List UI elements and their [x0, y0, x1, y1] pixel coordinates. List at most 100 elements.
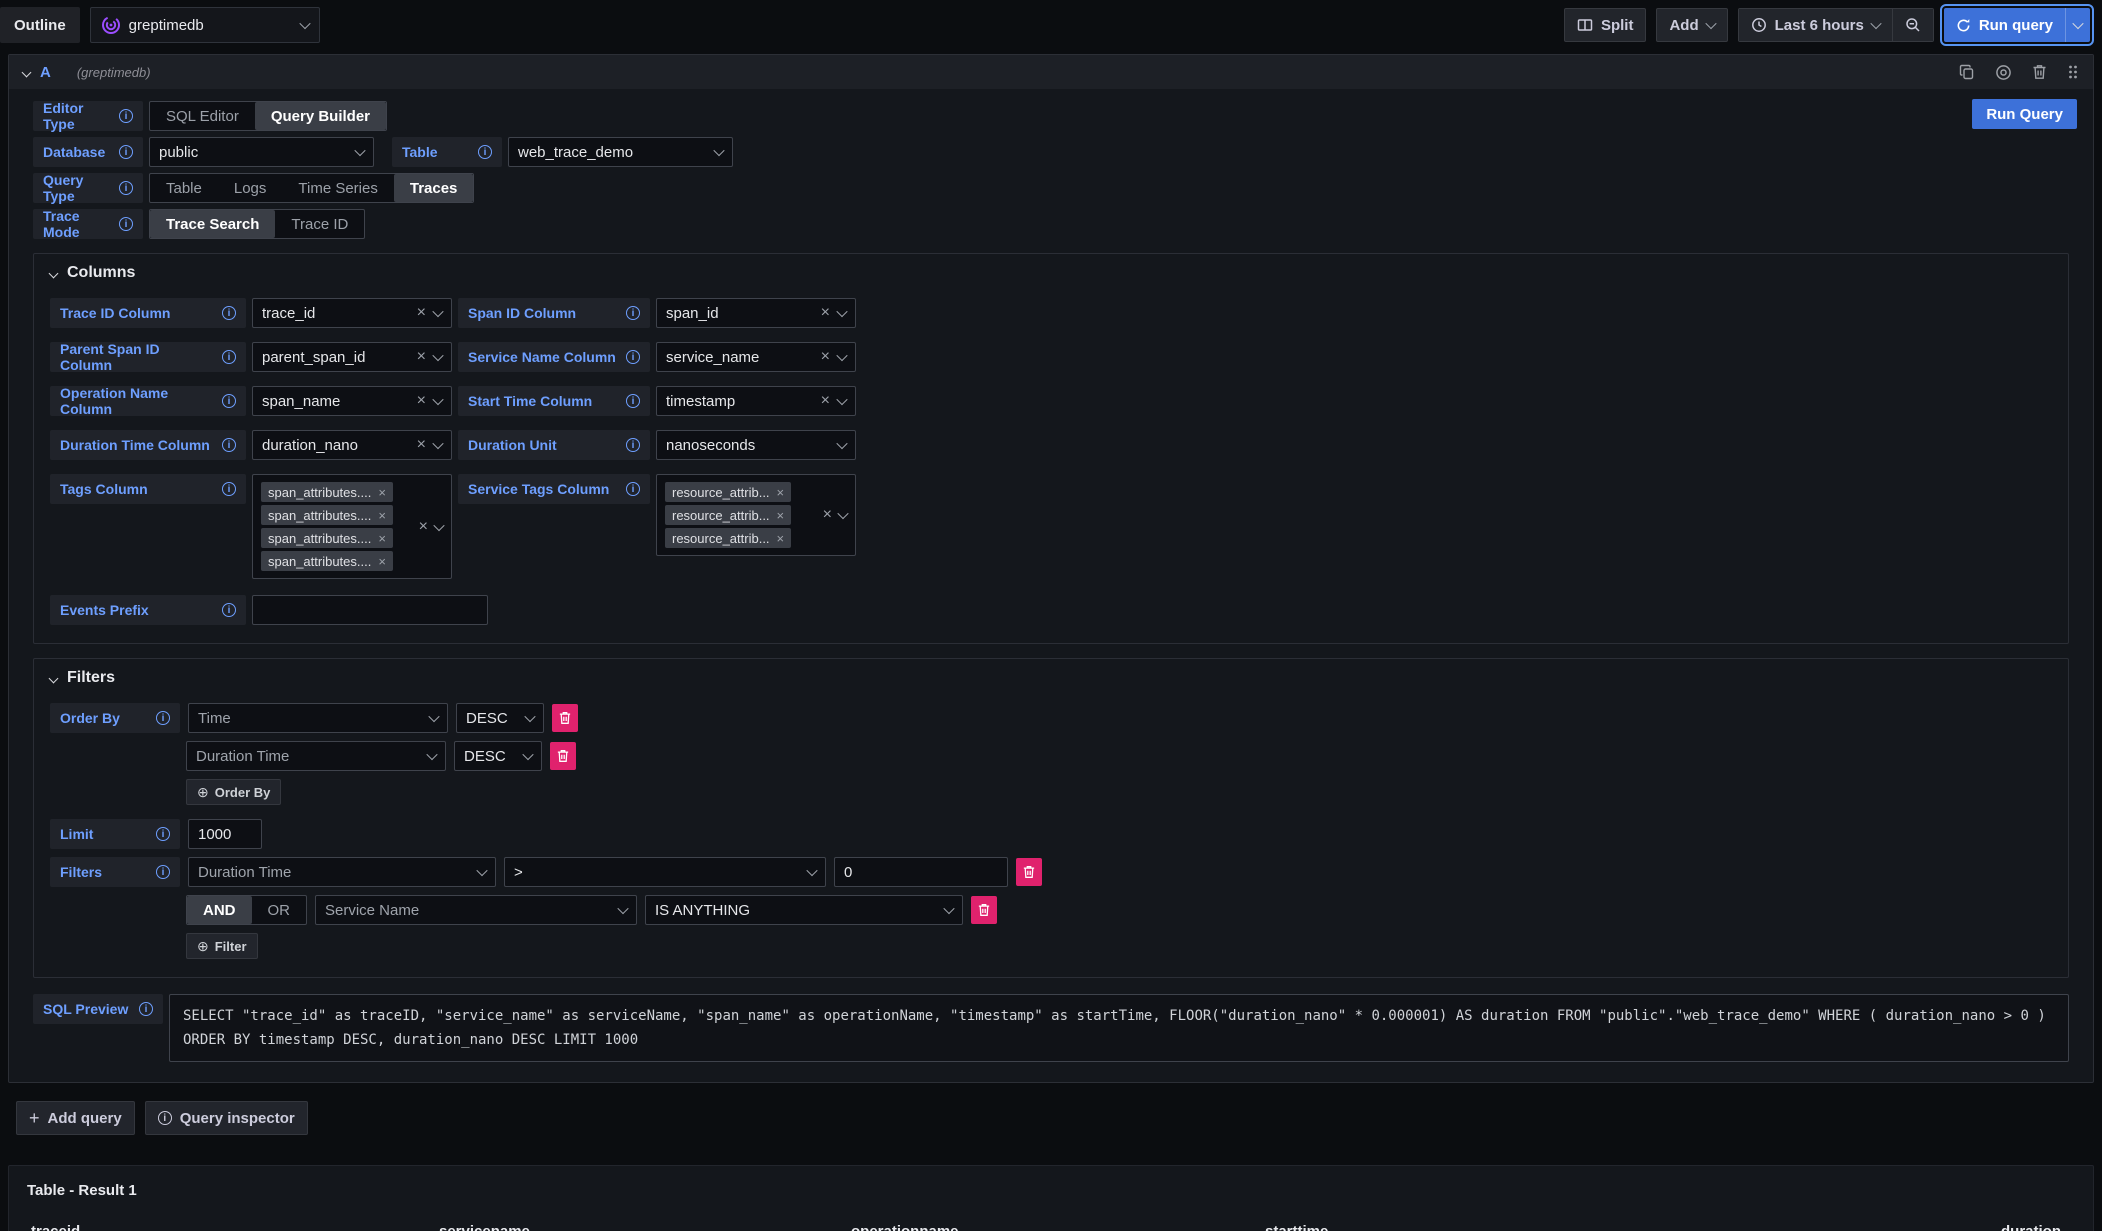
limit-input[interactable]: [188, 819, 262, 849]
remove-tag-icon[interactable]: ×: [378, 532, 386, 545]
info-icon[interactable]: i: [156, 711, 170, 725]
info-icon[interactable]: i: [626, 394, 640, 408]
filter-operator-select[interactable]: IS ANYTHING: [645, 895, 963, 925]
remove-filter-button[interactable]: [971, 896, 997, 924]
info-icon[interactable]: i: [626, 482, 640, 496]
remove-tag-icon[interactable]: ×: [378, 486, 386, 499]
duplicate-query-icon[interactable]: [1959, 64, 1975, 80]
clear-icon[interactable]: ×: [417, 437, 426, 453]
column-header-servicename[interactable]: servicename: [435, 1215, 847, 1231]
datasource-picker[interactable]: greptimedb: [90, 7, 320, 43]
service-name-column-select[interactable]: service_name×: [656, 342, 856, 372]
parent-span-id-column-select[interactable]: parent_span_id×: [252, 342, 452, 372]
database-select[interactable]: public: [149, 137, 374, 167]
info-icon[interactable]: i: [478, 145, 492, 159]
clear-icon[interactable]: ×: [417, 349, 426, 365]
remove-tag-icon[interactable]: ×: [777, 509, 785, 522]
service-name-column-label: Service Name Columni: [458, 342, 650, 372]
duration-unit-select[interactable]: nanoseconds: [656, 430, 856, 460]
info-icon[interactable]: i: [222, 394, 236, 408]
info-icon[interactable]: i: [626, 350, 640, 364]
collapse-icon: [22, 67, 32, 77]
filter-operator-select[interactable]: >: [504, 857, 826, 887]
logic-option-or[interactable]: OR: [252, 896, 307, 924]
info-icon[interactable]: i: [626, 306, 640, 320]
start-time-column-select[interactable]: timestamp×: [656, 386, 856, 416]
query-type-option-traces[interactable]: Traces: [394, 174, 474, 202]
editor-type-option-sql-editor[interactable]: SQL Editor: [150, 102, 255, 130]
info-icon[interactable]: i: [156, 827, 170, 841]
remove-order-by-button[interactable]: [552, 704, 578, 732]
service-tags-column-multiselect[interactable]: resource_attrib...× resource_attrib...× …: [656, 474, 856, 556]
add-button[interactable]: Add: [1656, 8, 1727, 42]
events-prefix-input[interactable]: [252, 595, 488, 625]
trace-mode-option-trace-search[interactable]: Trace Search: [150, 210, 275, 238]
table-select[interactable]: web_trace_demo: [508, 137, 733, 167]
query-type-option-time-series[interactable]: Time Series: [282, 174, 393, 202]
logic-option-and[interactable]: AND: [187, 896, 252, 924]
clear-icon[interactable]: ×: [821, 393, 830, 409]
panel-run-query-button[interactable]: Run Query: [1972, 99, 2077, 129]
remove-filter-button[interactable]: [1016, 858, 1042, 886]
order-by-field-select[interactable]: Time: [188, 703, 448, 733]
filter-value-input[interactable]: [834, 857, 1008, 887]
column-header-traceid[interactable]: traceid: [27, 1215, 435, 1231]
split-button[interactable]: Split: [1564, 8, 1647, 42]
add-filter-button[interactable]: ⊕ Filter: [186, 933, 258, 959]
info-icon[interactable]: i: [222, 350, 236, 364]
clear-icon[interactable]: ×: [417, 305, 426, 321]
zoom-out-button[interactable]: [1892, 9, 1933, 41]
editor-type-option-query-builder[interactable]: Query Builder: [255, 102, 386, 130]
info-icon[interactable]: i: [222, 482, 236, 496]
filter-field-select[interactable]: Service Name: [315, 895, 637, 925]
query-row-header[interactable]: A (greptimedb): [9, 55, 2093, 89]
column-header-duration[interactable]: duration: [1677, 1215, 2075, 1231]
add-order-by-button[interactable]: ⊕ Order By: [186, 779, 281, 805]
remove-tag-icon[interactable]: ×: [378, 509, 386, 522]
trace-mode-option-trace-id[interactable]: Trace ID: [275, 210, 364, 238]
query-inspector-button[interactable]: i Query inspector: [145, 1101, 308, 1135]
add-query-button[interactable]: + Add query: [16, 1101, 135, 1135]
duration-time-column-select[interactable]: duration_nano×: [252, 430, 452, 460]
order-by-field-select[interactable]: Duration Time: [186, 741, 446, 771]
run-query-dropdown-button[interactable]: [2065, 8, 2090, 42]
outline-panel-header[interactable]: Outline: [0, 7, 80, 43]
trash-icon[interactable]: [2032, 64, 2047, 80]
span-id-column-select[interactable]: span_id×: [656, 298, 856, 328]
info-icon[interactable]: i: [119, 181, 133, 195]
column-header-operationname[interactable]: operationname: [847, 1215, 1261, 1231]
info-icon[interactable]: i: [222, 603, 236, 617]
clear-icon[interactable]: ×: [821, 349, 830, 365]
info-icon[interactable]: i: [156, 865, 170, 879]
order-by-direction-select[interactable]: DESC: [454, 741, 542, 771]
column-header-starttime[interactable]: starttime: [1261, 1215, 1677, 1231]
eye-icon[interactable]: [1995, 64, 2012, 81]
filters-section-header[interactable]: Filters: [50, 669, 2052, 687]
remove-tag-icon[interactable]: ×: [777, 486, 785, 499]
query-type-option-logs[interactable]: Logs: [218, 174, 283, 202]
clear-icon[interactable]: ×: [419, 519, 428, 535]
info-icon[interactable]: i: [222, 438, 236, 452]
time-range-picker[interactable]: Last 6 hours: [1739, 9, 1892, 41]
remove-tag-icon[interactable]: ×: [777, 532, 785, 545]
filter-field-select[interactable]: Duration Time: [188, 857, 496, 887]
operation-name-column-select[interactable]: span_name×: [252, 386, 452, 416]
info-icon[interactable]: i: [626, 438, 640, 452]
info-icon[interactable]: i: [139, 1002, 153, 1016]
remove-tag-icon[interactable]: ×: [378, 555, 386, 568]
clear-icon[interactable]: ×: [821, 305, 830, 321]
trace-id-column-select[interactable]: trace_id×: [252, 298, 452, 328]
drag-handle-icon[interactable]: [2067, 64, 2079, 80]
clear-icon[interactable]: ×: [417, 393, 426, 409]
info-icon[interactable]: i: [119, 217, 133, 231]
tags-column-multiselect[interactable]: span_attributes....× span_attributes....…: [252, 474, 452, 579]
info-icon[interactable]: i: [119, 109, 133, 123]
query-type-option-table[interactable]: Table: [150, 174, 218, 202]
remove-order-by-button[interactable]: [550, 742, 576, 770]
info-icon[interactable]: i: [222, 306, 236, 320]
columns-section-header[interactable]: Columns: [50, 264, 2052, 282]
order-by-direction-select[interactable]: DESC: [456, 703, 544, 733]
clear-icon[interactable]: ×: [823, 507, 832, 523]
info-icon[interactable]: i: [119, 145, 133, 159]
run-query-button[interactable]: Run query: [1944, 8, 2065, 42]
